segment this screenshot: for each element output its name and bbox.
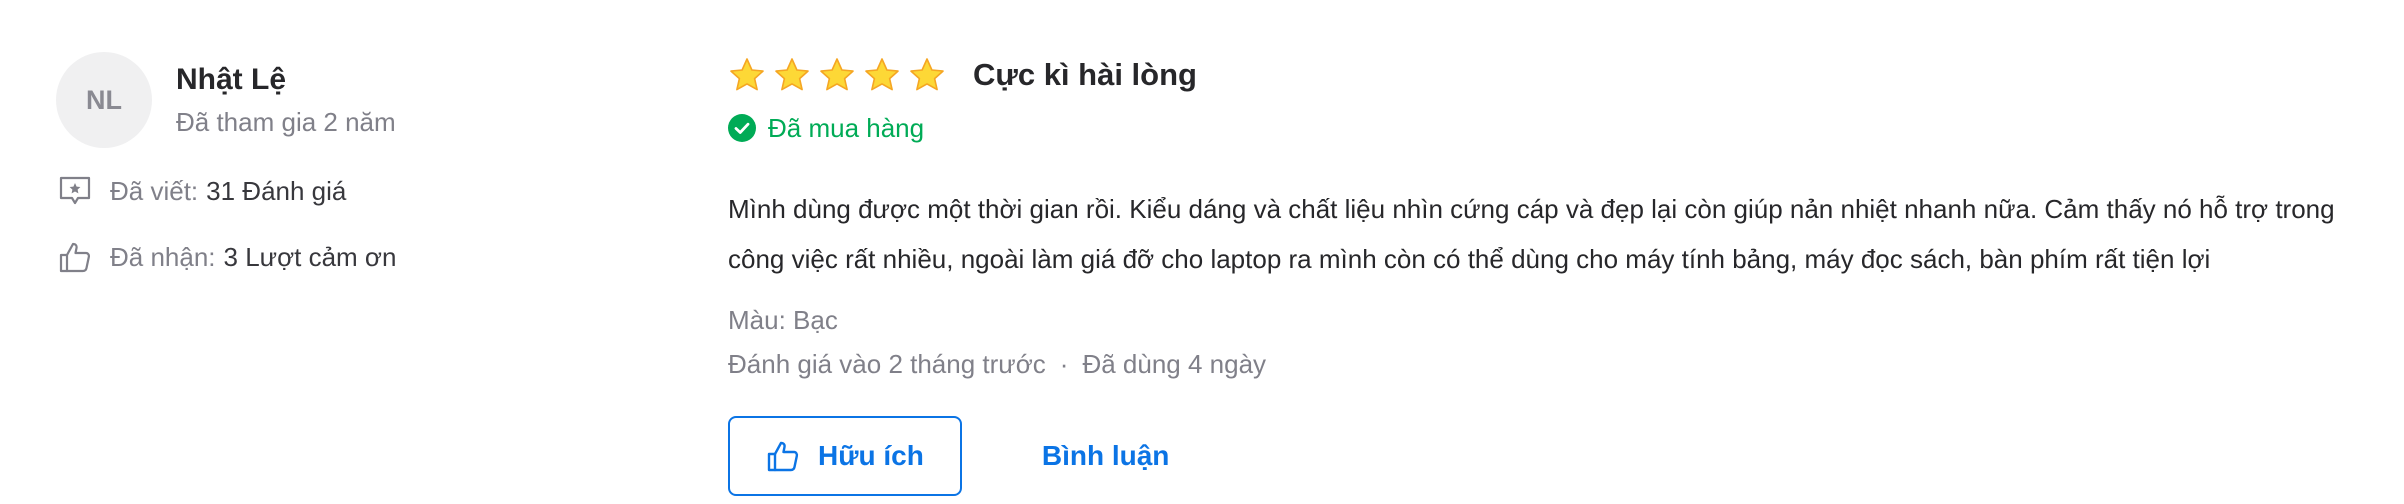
helpful-button-label: Hữu ích xyxy=(818,440,924,471)
review-meta: Đánh giá vào 2 tháng trước · Đã dùng 4 n… xyxy=(728,342,2368,386)
reviewer-info: Nhật Lệ Đã tham gia 2 năm xyxy=(176,60,396,140)
reviewer-panel: NL Nhật Lệ Đã tham gia 2 năm Đã viết: 31… xyxy=(56,52,616,276)
thumbs-up-icon xyxy=(766,439,800,473)
usage-duration: Đã dùng 4 ngày xyxy=(1082,349,1267,379)
reviewer-stat-reviews: Đã viết: 31 Đánh giá xyxy=(56,172,616,210)
thumbs-up-icon xyxy=(56,238,94,276)
reviewer-stat-thanks: Đã nhận: 3 Lượt cảm ơn xyxy=(56,238,616,276)
product-attribute: Màu: Bạc xyxy=(728,305,838,335)
stat-value: 31 Đánh giá xyxy=(206,176,347,206)
rating-title: Cực kì hài lòng xyxy=(973,57,1197,92)
stat-label: Đã viết: xyxy=(110,176,199,206)
helpful-button[interactable]: Hữu ích xyxy=(728,416,962,496)
review-card: NL Nhật Lệ Đã tham gia 2 năm Đã viết: 31… xyxy=(0,0,2404,504)
verified-purchase-badge: Đã mua hàng xyxy=(728,110,2368,146)
verified-purchase-label: Đã mua hàng xyxy=(768,112,925,143)
stat-value: 3 Lượt cảm ơn xyxy=(223,242,397,272)
check-circle-icon xyxy=(728,114,756,142)
review-actions: Hữu ích Bình luận xyxy=(728,416,2368,496)
stat-label: Đã nhận: xyxy=(110,242,216,272)
reviewer-joined: Đã tham gia 2 năm xyxy=(176,107,396,137)
reviewer-header: NL Nhật Lệ Đã tham gia 2 năm xyxy=(56,52,616,148)
star-icon xyxy=(910,58,944,91)
comment-button[interactable]: Bình luận xyxy=(1042,440,1170,472)
review-time: Đánh giá vào 2 tháng trước xyxy=(728,349,1046,379)
review-content: Cực kì hài lòng Đã mua hàng Mình dùng đư… xyxy=(728,52,2368,496)
star-icon xyxy=(820,58,854,91)
review-body: Mình dùng được một thời gian rồi. Kiểu d… xyxy=(728,194,2335,274)
rating-row: Cực kì hài lòng xyxy=(728,52,2368,98)
review-comment-icon xyxy=(56,172,94,210)
star-icon xyxy=(775,58,809,91)
star-icon xyxy=(865,58,899,91)
avatar: NL xyxy=(56,52,152,148)
reviewer-name: Nhật Lệ xyxy=(176,63,287,96)
star-icon xyxy=(730,58,764,91)
meta-separator: · xyxy=(1059,349,1069,379)
rating-stars xyxy=(728,56,953,94)
